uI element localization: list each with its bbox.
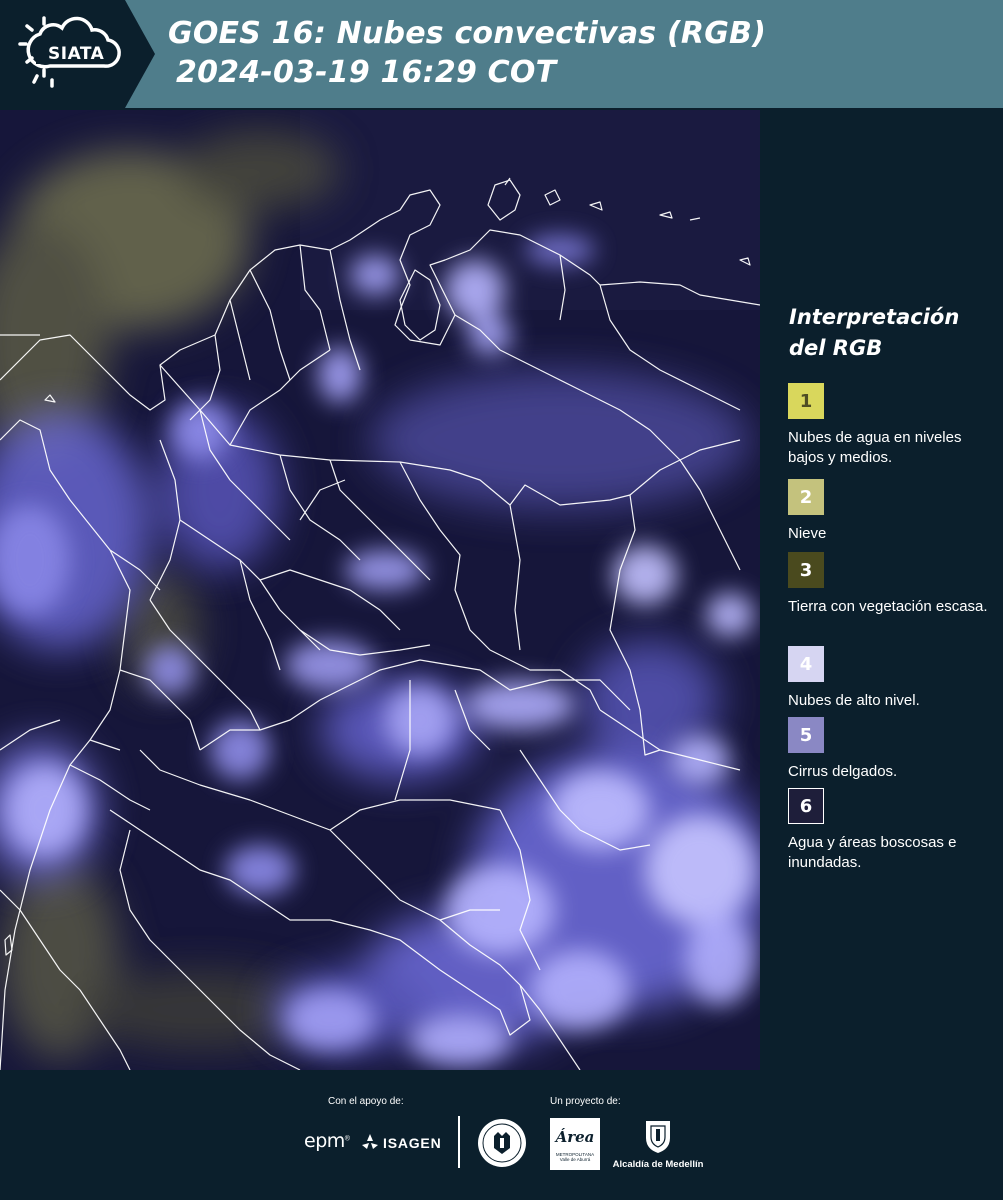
- area-metropolitana-logo: Área METROPOLITANA Valle de Aburrá: [550, 1118, 600, 1170]
- isagen-logo: ISAGEN: [359, 1132, 441, 1154]
- legend-label: Nubes de agua en niveles bajos y medios.: [788, 429, 962, 466]
- university-seal-icon: [477, 1118, 527, 1173]
- legend-panel: Interpretación del RGB 1 Nubes de agua e…: [760, 110, 1003, 1070]
- legend-item-4: 4 Nubes de alto nivel.: [788, 646, 998, 711]
- legend-title: Interpretación del RGB: [789, 302, 959, 364]
- legend-swatch: 5: [788, 717, 824, 753]
- legend-label: Tierra con vegetación escasa.: [788, 598, 988, 615]
- legend-swatch: 3: [788, 552, 824, 588]
- legend-label: Nieve: [788, 525, 827, 542]
- legend-number: 3: [799, 559, 813, 581]
- title-datetime: 2024-03-19 16:29 COT: [176, 55, 557, 90]
- legend-number: 2: [799, 486, 813, 508]
- siata-logo: SIATA: [0, 0, 155, 108]
- legend-number: 5: [799, 724, 813, 746]
- legend-item-1: 1 Nubes de agua en niveles bajos y medio…: [788, 383, 998, 468]
- footer: Con el apoyo de: Un proyecto de: epm® IS…: [0, 1070, 1003, 1200]
- legend-number: 6: [799, 795, 813, 817]
- legend-label: Nubes de alto nivel.: [788, 692, 920, 709]
- legend-title-line2: del RGB: [789, 336, 883, 360]
- epm-text: epm: [304, 1130, 345, 1152]
- legend-label: Cirrus delgados.: [788, 763, 898, 780]
- legend-item-3: 3 Tierra con vegetación escasa.: [788, 552, 998, 617]
- area-word: Área: [555, 1128, 595, 1146]
- project-label: Un proyecto de:: [550, 1096, 621, 1107]
- legend-item-6: 6 Agua y áreas boscosas e inundadas.: [788, 788, 998, 873]
- legend-number: 1: [799, 390, 813, 412]
- logo-text: SIATA: [48, 44, 105, 64]
- page-title: GOES 16: Nubes convectivas (RGB) 2024-03…: [168, 14, 766, 92]
- isagen-text: ISAGEN: [383, 1135, 442, 1151]
- legend-item-5: 5 Cirrus delgados.: [788, 717, 998, 782]
- legend-swatch: 6: [788, 788, 824, 824]
- alcaldia-logo: Alcaldía de Medellín: [612, 1118, 704, 1170]
- alcaldia-text: Alcaldía de Medellín: [612, 1159, 704, 1170]
- legend-swatch: 4: [788, 646, 824, 682]
- legend-item-2: 2 Nieve: [788, 479, 998, 544]
- medellin-shield-icon: [646, 1121, 670, 1153]
- satellite-map[interactable]: [0, 110, 760, 1070]
- area-sub2: Valle de Aburrá: [559, 1157, 591, 1162]
- epm-logo: epm®: [304, 1130, 350, 1152]
- header: SIATA GOES 16: Nubes convectivas (RGB) 2…: [0, 0, 1003, 108]
- legend-label: Agua y áreas boscosas e inundadas.: [788, 834, 957, 871]
- support-label: Con el apoyo de:: [328, 1096, 404, 1107]
- footer-divider: [458, 1116, 460, 1168]
- isagen-icon: [362, 1134, 378, 1149]
- legend-number: 4: [799, 653, 813, 675]
- title-product: GOES 16: Nubes convectivas (RGB): [168, 16, 767, 51]
- legend-swatch: 2: [788, 479, 824, 515]
- legend-title-line1: Interpretación: [789, 305, 960, 329]
- legend-swatch: 1: [788, 383, 824, 419]
